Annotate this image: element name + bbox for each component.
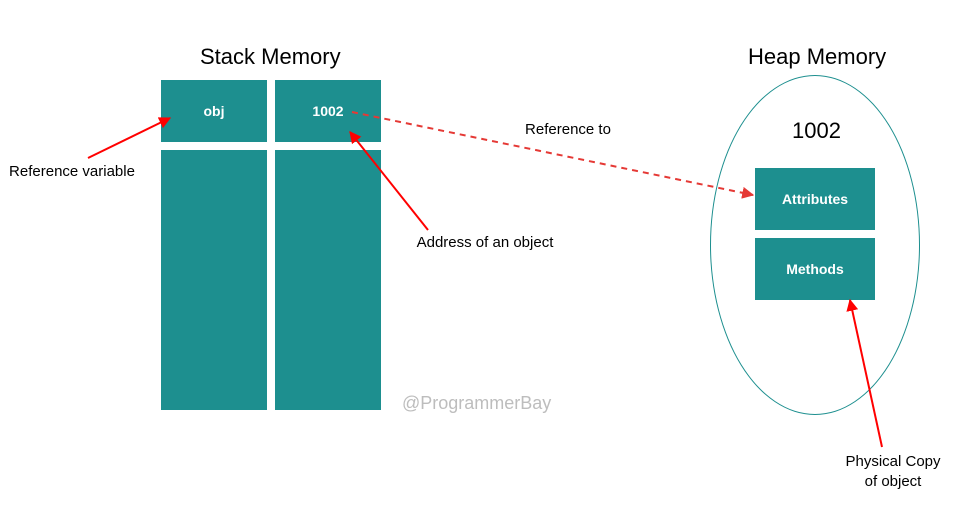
stack-address-cell: 1002 [275, 80, 381, 142]
physical-copy-line2: of object [865, 473, 922, 490]
physical-copy-label: Physical Copy of object [833, 452, 953, 491]
physical-copy-line1: Physical Copy [845, 453, 940, 470]
watermark: @ProgrammerBay [402, 393, 551, 414]
heap-address-label: 1002 [792, 118, 841, 144]
heap-title: Heap Memory [748, 44, 886, 70]
reference-variable-arrow [88, 118, 170, 158]
stack-body-right [275, 150, 381, 410]
reference-variable-label: Reference variable [2, 162, 142, 182]
stack-table: obj 1002 [161, 80, 381, 410]
stack-title: Stack Memory [200, 44, 341, 70]
address-of-object-label: Address of an object [400, 233, 570, 253]
reference-to-label: Reference to [508, 120, 628, 140]
heap-methods-box: Methods [755, 238, 875, 300]
stack-body-left [161, 150, 267, 410]
heap-attributes-box: Attributes [755, 168, 875, 230]
stack-ref-var-cell: obj [161, 80, 267, 142]
